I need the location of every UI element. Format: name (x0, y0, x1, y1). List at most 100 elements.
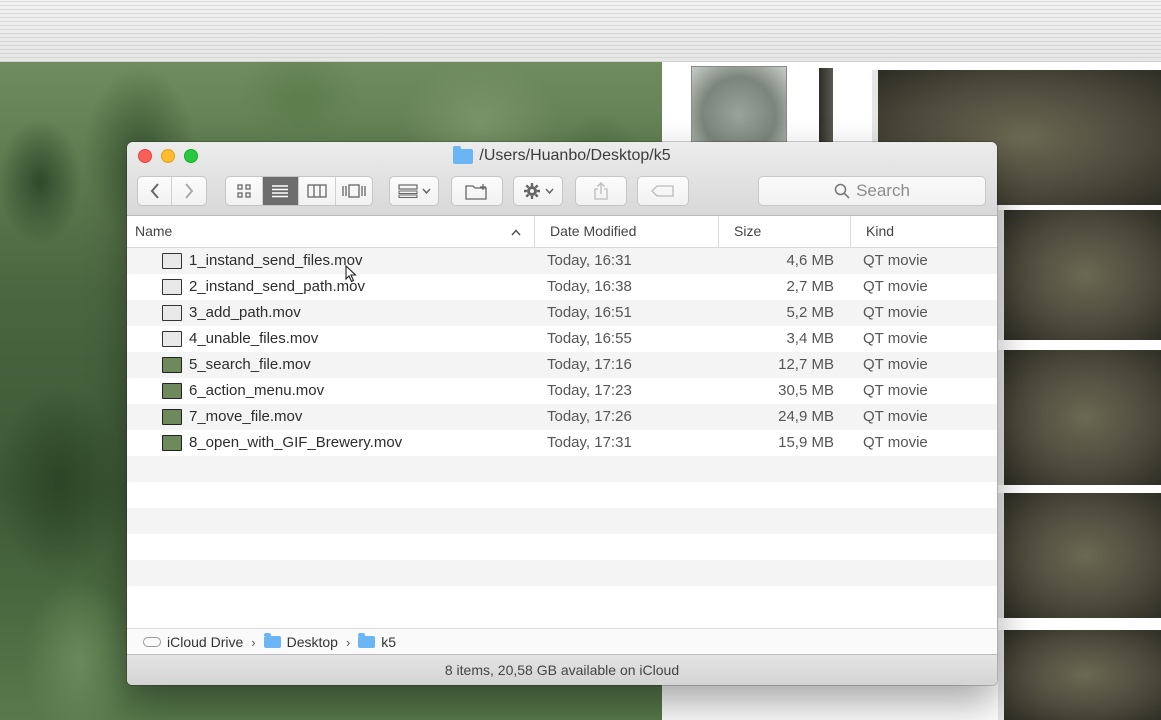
file-kind: QT movie (863, 356, 928, 373)
cover-flow-button[interactable] (336, 177, 372, 205)
search-placeholder: Search (856, 181, 910, 200)
column-header-name[interactable]: Name (135, 216, 172, 247)
file-name: 1_instand_send_files.mov (189, 252, 363, 269)
tags-button[interactable] (637, 176, 689, 206)
file-size: 30,5 MB (778, 382, 834, 399)
file-date: Today, 16:51 (547, 304, 632, 321)
path-item-label: k5 (381, 634, 397, 650)
file-row[interactable]: 6_action_menu.mov Today, 17:23 30,5 MB QT m… (127, 378, 997, 404)
arrange-grid-icon (397, 184, 418, 198)
list-view-button[interactable] (262, 177, 299, 205)
file-size: 4,6 MB (786, 252, 834, 269)
file-kind: QT movie (863, 252, 928, 269)
empty-row (127, 534, 997, 560)
column-header-date[interactable]: Date Modified (550, 216, 636, 247)
file-kind: QT movie (863, 304, 928, 321)
share-icon (594, 182, 608, 200)
column-divider[interactable] (534, 216, 535, 247)
empty-row (127, 508, 997, 534)
column-divider[interactable] (850, 216, 851, 247)
file-size: 15,9 MB (778, 434, 834, 451)
path-item-icloud[interactable]: iCloud Drive (143, 634, 243, 650)
share-button[interactable] (575, 176, 627, 206)
file-date: Today, 17:31 (547, 434, 632, 451)
file-size: 12,7 MB (778, 356, 834, 373)
status-bar: 8 items, 20,58 GB available on iCloud (127, 654, 997, 685)
file-size: 3,4 MB (786, 330, 834, 347)
file-date: Today, 17:23 (547, 382, 632, 399)
column-divider[interactable] (718, 216, 719, 247)
status-text: 8 items, 20,58 GB available on iCloud (444, 662, 680, 678)
movie-file-icon (162, 279, 182, 295)
search-icon (834, 183, 850, 199)
movie-file-icon (162, 305, 182, 321)
wall-panel (998, 630, 1161, 720)
chevron-left-icon (150, 183, 159, 199)
title-bar: /Users/Huanbo/Desktop/k5 Search (127, 142, 997, 216)
window-title: /Users/Huanbo/Desktop/k5 (127, 145, 997, 165)
file-row[interactable]: 3_add_path.mov Today, 16:51 5,2 MB QT movie (127, 300, 997, 326)
column-header-size[interactable]: Size (734, 216, 761, 247)
wall-panel (998, 210, 1161, 340)
path-item-desktop[interactable]: Desktop (263, 633, 338, 650)
file-size: 2,7 MB (786, 278, 834, 295)
path-separator: › (251, 634, 256, 650)
file-date: Today, 16:55 (547, 330, 632, 347)
search-field[interactable]: Search (758, 176, 986, 206)
arrange-button[interactable] (389, 176, 439, 206)
cover-flow-icon (342, 184, 366, 198)
file-row[interactable]: 1_instand_send_files.mov Today, 16:31 4,6 … (127, 248, 997, 274)
chevron-right-icon (185, 183, 194, 199)
gear-icon (523, 183, 540, 199)
back-button[interactable] (138, 177, 173, 205)
path-item-label: iCloud Drive (167, 634, 244, 650)
file-list: 1_instand_send_files.mov Today, 16:31 4,6 … (127, 248, 997, 612)
folder-icon (263, 633, 281, 648)
movie-file-icon (162, 331, 182, 347)
path-bar: iCloud Drive › Desktop › k5 (127, 628, 997, 655)
file-kind: QT movie (863, 408, 928, 425)
file-row[interactable]: 8_open_with_GIF_Brewery.mov Today, 17:31 1… (127, 430, 997, 456)
file-date: Today, 17:26 (547, 408, 632, 425)
empty-row (127, 586, 997, 612)
column-view-button[interactable] (299, 177, 336, 205)
forward-button[interactable] (172, 177, 206, 205)
file-row[interactable]: 7_move_file.mov Today, 17:26 24,9 MB QT mov… (127, 404, 997, 430)
empty-row (127, 456, 997, 482)
cloud-icon (143, 637, 161, 647)
chevron-down-icon (421, 188, 431, 194)
toolbar: Search (127, 176, 997, 208)
file-kind: QT movie (863, 330, 928, 347)
column-header-kind[interactable]: Kind (866, 216, 894, 247)
file-name: 2_instand_send_path.mov (189, 278, 365, 295)
file-row[interactable]: 2_instand_send_path.mov Today, 16:38 2,7 M… (127, 274, 997, 300)
file-row[interactable]: 5_search_file.mov Today, 17:16 12,7 MB QT m… (127, 352, 997, 378)
file-kind: QT movie (863, 382, 928, 399)
back-forward-control (137, 176, 207, 206)
file-row[interactable]: 4_unable_files.mov Today, 16:55 3,4 MB QT m… (127, 326, 997, 352)
file-kind: QT movie (863, 434, 928, 451)
movie-file-icon (162, 253, 182, 269)
path-item-k5[interactable]: k5 (358, 633, 397, 650)
column-view-icon (307, 184, 327, 198)
empty-row (127, 482, 997, 508)
window-title-text: /Users/Huanbo/Desktop/k5 (479, 147, 671, 164)
folder-icon (453, 145, 474, 164)
new-folder-button[interactable] (451, 176, 503, 206)
path-separator: › (345, 634, 351, 650)
wall-panel (998, 350, 1161, 485)
icon-view-button[interactable] (226, 177, 263, 205)
path-item-label: Desktop (286, 634, 338, 650)
file-name: 8_open_with_GIF_Brewery.mov (189, 434, 403, 451)
file-date: Today, 16:31 (547, 252, 632, 269)
movie-file-icon (162, 435, 182, 451)
file-size: 24,9 MB (778, 408, 834, 425)
movie-file-icon (162, 409, 182, 425)
file-date: Today, 17:16 (547, 356, 632, 373)
icon-view-icon (237, 184, 251, 198)
file-name: 6_action_menu.mov (189, 382, 325, 399)
file-kind: QT movie (863, 278, 928, 295)
sort-ascending-icon[interactable] (511, 216, 521, 247)
movie-file-icon (162, 383, 182, 399)
action-menu-button[interactable] (513, 176, 563, 206)
